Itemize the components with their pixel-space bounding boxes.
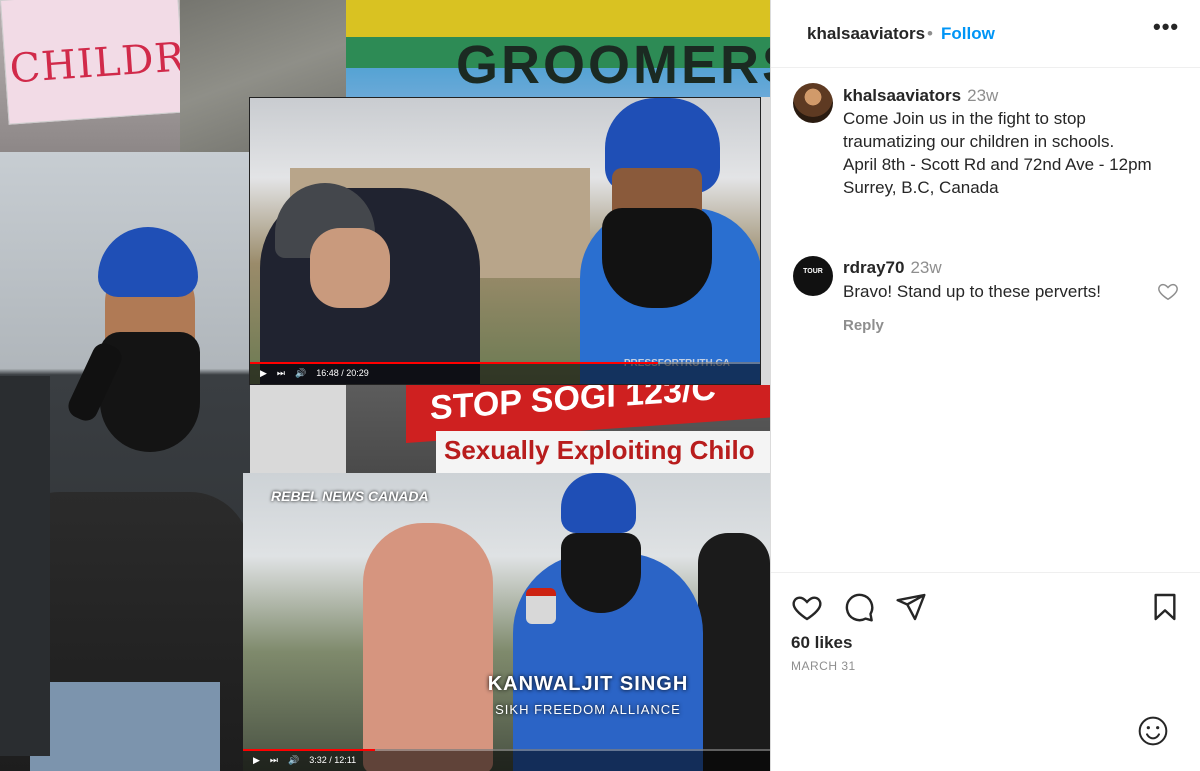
- speaker-jeans: [30, 682, 220, 771]
- volume-icon: 🔊: [288, 754, 300, 765]
- caption-line: April 8th - Scott Rd and 72nd Ave - 12pm: [843, 155, 1152, 174]
- photo-protest-sign: CHILDREN: [0, 0, 180, 152]
- rebel-news-logo: REBEL NEWS CANADA: [271, 488, 429, 504]
- next-icon: ⏭: [269, 754, 279, 765]
- follow-button[interactable]: Follow: [941, 24, 995, 44]
- video-time: 3:32 / 12:11: [309, 755, 357, 765]
- emoji-icon[interactable]: [1137, 715, 1169, 747]
- header-separator: •: [927, 24, 933, 43]
- progress-bar: [250, 362, 760, 364]
- caption-line: Surrey, B.C, Canada: [843, 178, 999, 197]
- beard: [561, 533, 641, 613]
- person-reporter: [363, 523, 493, 771]
- comment-text: Bravo! Stand up to these perverts!: [843, 282, 1101, 301]
- protest-sign: CHILDREN: [0, 0, 180, 125]
- more-options-icon[interactable]: •••: [1153, 14, 1179, 40]
- post-panel: khalsaaviators • Follow ••• khalsaaviato…: [770, 0, 1200, 771]
- post-image[interactable]: CHILDREN GROOMERS PRESSFORTRUTH.CA ▶ ⏭ 🔊…: [0, 0, 770, 771]
- caption-line: traumatizing our children in schools.: [843, 132, 1115, 151]
- speaker-turban: [98, 227, 198, 297]
- protest-sign-text: CHILDREN: [8, 29, 180, 93]
- document-strip: [0, 376, 50, 756]
- post-header: khalsaaviators • Follow •••: [771, 0, 1200, 68]
- sogi-line1: STOP SOGI 123/C: [430, 385, 716, 428]
- bookmark-icon[interactable]: [1149, 591, 1181, 623]
- person-officer: [698, 533, 770, 771]
- microphone: [526, 588, 556, 624]
- comment-icon[interactable]: [843, 591, 875, 623]
- video-still-bottom: REBEL NEWS CANADA KANWALJIT SINGH SIKH F…: [243, 473, 770, 771]
- caption-username[interactable]: khalsaaviators: [843, 86, 961, 105]
- avatar[interactable]: [793, 83, 833, 123]
- lower-third-name: KANWALJIT SINGH: [487, 673, 689, 695]
- sogi-white-band: Sexually Exploiting Chilo: [436, 431, 770, 473]
- volume-icon: 🔊: [295, 367, 307, 378]
- sogi-banner: STOP SOGI 123/C Sexually Exploiting Chil…: [346, 385, 770, 473]
- sogi-line2: Sexually Exploiting Chilo: [444, 435, 755, 465]
- lower-third-org: SIKH FREEDOM ALLIANCE: [495, 702, 681, 717]
- person-face: [310, 228, 390, 308]
- beard: [602, 208, 712, 308]
- comment: rdray70 23w Bravo! Stand up to these perv…: [843, 256, 1173, 334]
- banner-text: GROOMERS: [456, 35, 770, 95]
- video-controls: ▶ ⏭ 🔊 16:48 / 20:29: [250, 362, 760, 384]
- heart-icon[interactable]: [791, 591, 823, 623]
- video-time: 16:48 / 20:29: [316, 368, 369, 378]
- header-username[interactable]: khalsaaviators: [807, 24, 925, 44]
- turban: [561, 473, 636, 533]
- next-icon: ⏭: [276, 367, 286, 378]
- share-icon[interactable]: [895, 591, 927, 623]
- progress-bar: [243, 749, 770, 751]
- comment-timestamp[interactable]: 23w: [910, 258, 941, 277]
- avatar-text: TOUR: [803, 268, 823, 275]
- video-controls: ▶ ⏭ 🔊 3:32 / 12:11: [243, 749, 770, 771]
- play-icon: ▶: [260, 367, 267, 378]
- post-actions: 60 likes MARCH 31: [771, 572, 1200, 771]
- post-date: MARCH 31: [791, 659, 856, 673]
- caption-timestamp[interactable]: 23w: [967, 86, 998, 105]
- caption-line: Come Join us in the fight to stop: [843, 109, 1086, 128]
- avatar[interactable]: TOUR: [793, 256, 833, 296]
- video-still-top: PRESSFORTRUTH.CA ▶ ⏭ 🔊 16:48 / 20:29: [249, 97, 761, 385]
- reply-button[interactable]: Reply: [843, 314, 884, 338]
- play-icon: ▶: [253, 754, 260, 765]
- comment-username[interactable]: rdray70: [843, 258, 904, 277]
- comment-like-icon[interactable]: [1157, 280, 1179, 302]
- post-caption: khalsaaviators 23w Come Join us in the fi…: [843, 84, 1183, 199]
- photo-banner: GROOMERS: [346, 0, 770, 97]
- like-count[interactable]: 60 likes: [791, 633, 852, 653]
- lower-third: KANWALJIT SINGH SIKH FREEDOM ALLIANCE: [453, 673, 723, 725]
